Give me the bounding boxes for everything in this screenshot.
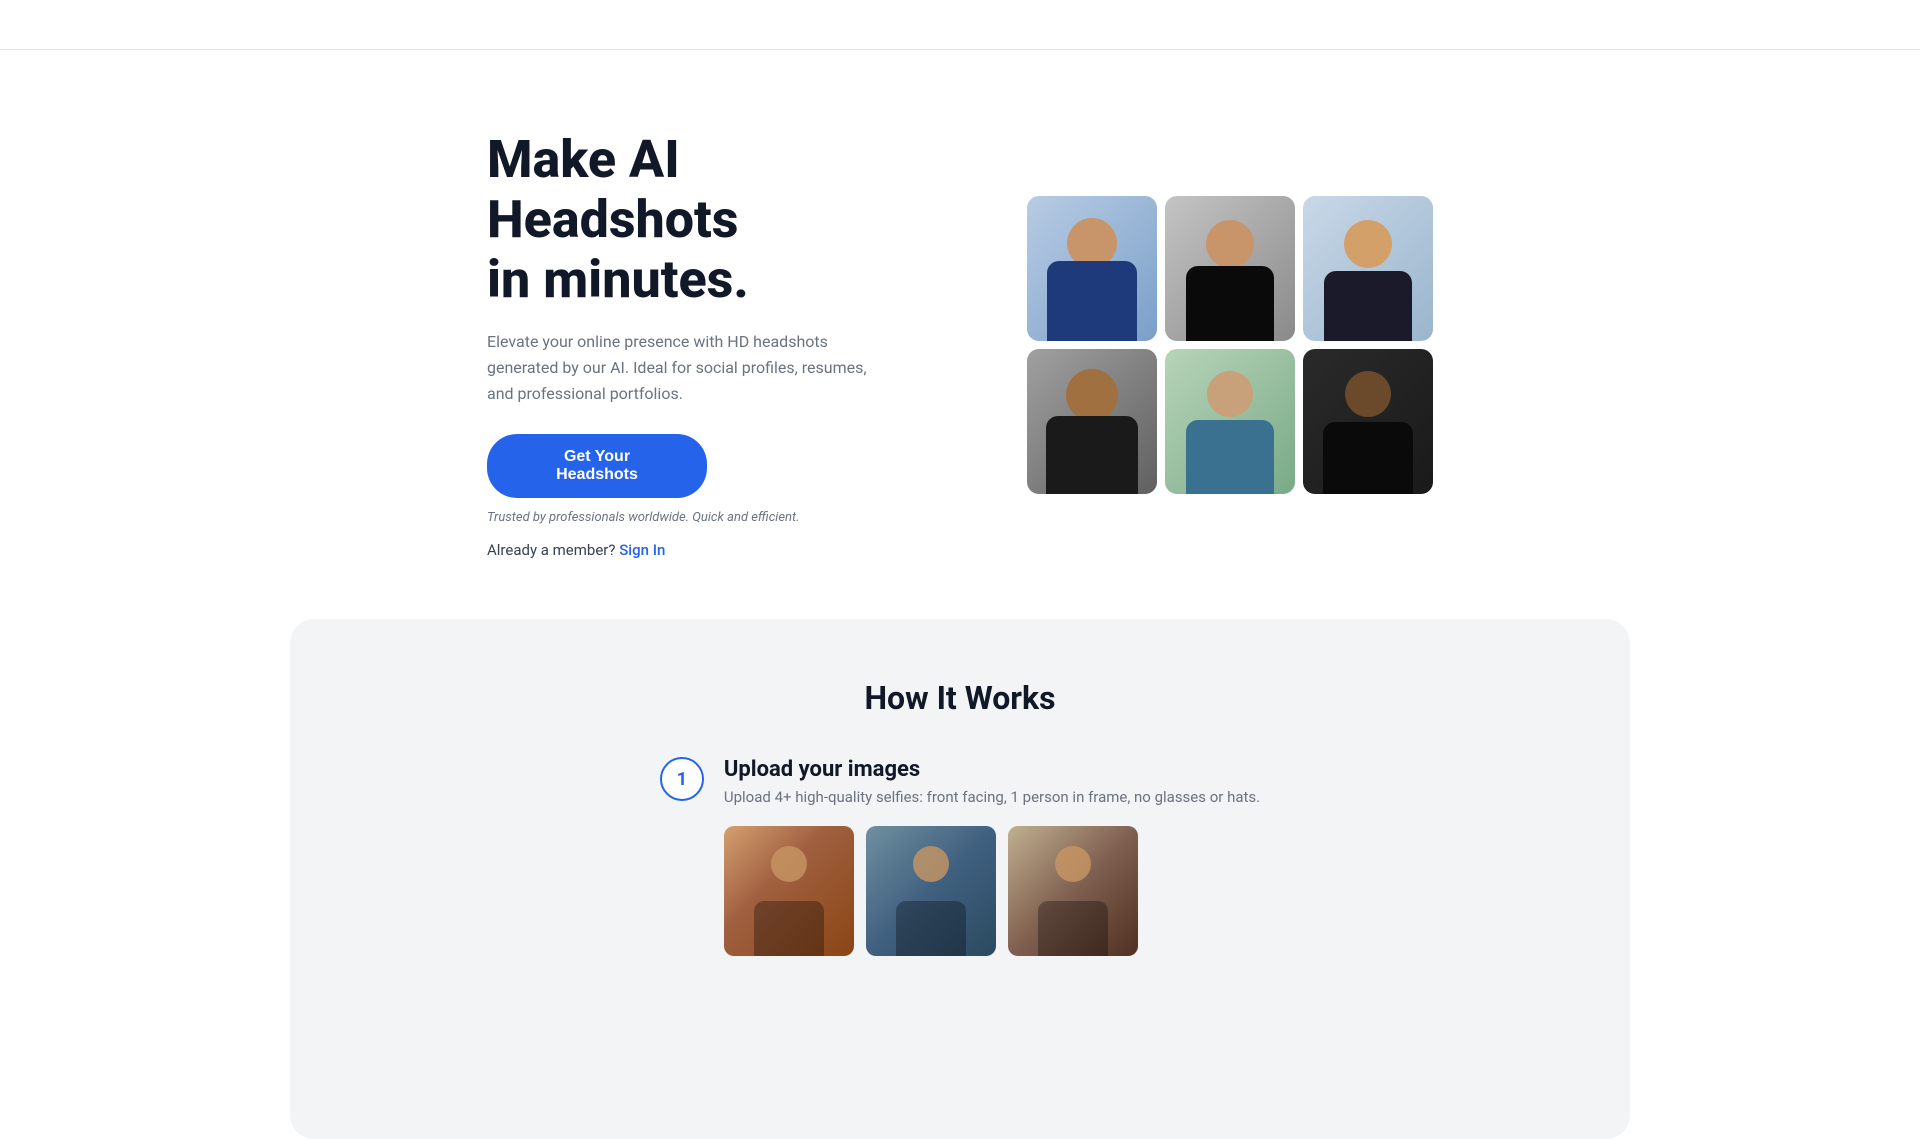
top-navigation-bar — [0, 0, 1920, 50]
headshot-grid — [1027, 196, 1433, 494]
get-headshots-button[interactable]: Get Your Headshots — [487, 434, 707, 498]
headshot-card-1 — [1027, 196, 1157, 341]
upload-thumb-2 — [866, 826, 996, 956]
headshot-card-5 — [1165, 349, 1295, 494]
upload-thumb-1 — [724, 826, 854, 956]
hero-title-line1: Make AI Headshots — [487, 129, 738, 250]
step-1-content: Upload your images Upload 4+ high-qualit… — [724, 757, 1260, 956]
person-silhouette-4 — [1027, 349, 1157, 494]
person-silhouette-3 — [1303, 196, 1433, 341]
person-silhouette-5 — [1165, 349, 1295, 494]
trusted-text: Trusted by professionals worldwide. Quic… — [487, 510, 907, 525]
step-1-title: Upload your images — [724, 757, 1260, 782]
headshot-card-4 — [1027, 349, 1157, 494]
step-1-number: 1 — [660, 757, 704, 801]
person-silhouette-2 — [1165, 196, 1295, 341]
thumb-person-3 — [1008, 826, 1138, 956]
headshot-card-3 — [1303, 196, 1433, 341]
hero-subtitle: Elevate your online presence with HD hea… — [487, 329, 867, 406]
headshot-card-2 — [1165, 196, 1295, 341]
upload-thumbnails — [724, 826, 1260, 956]
step-1-description: Upload 4+ high-quality selfies: front fa… — [724, 788, 1260, 806]
headshot-card-6 — [1303, 349, 1433, 494]
step-1-row: 1 Upload your images Upload 4+ high-qual… — [330, 757, 1590, 956]
hero-section: Make AI Headshots in minutes. Elevate yo… — [0, 50, 1920, 619]
person-silhouette-1 — [1027, 196, 1157, 341]
person-silhouette-6 — [1303, 349, 1433, 494]
member-prefix: Already a member? — [487, 541, 615, 559]
hero-left-content: Make AI Headshots in minutes. Elevate yo… — [487, 130, 907, 559]
thumb-person-1 — [724, 826, 854, 956]
thumb-person-2 — [866, 826, 996, 956]
member-text: Already a member? Sign In — [487, 541, 907, 559]
how-it-works-section: How It Works 1 Upload your images Upload… — [290, 619, 1630, 1139]
hero-title: Make AI Headshots in minutes. — [487, 130, 907, 309]
sign-in-link[interactable]: Sign In — [619, 541, 665, 559]
hero-title-line2: in minutes. — [487, 249, 749, 310]
section-title: How It Works — [330, 679, 1590, 717]
upload-thumb-3 — [1008, 826, 1138, 956]
